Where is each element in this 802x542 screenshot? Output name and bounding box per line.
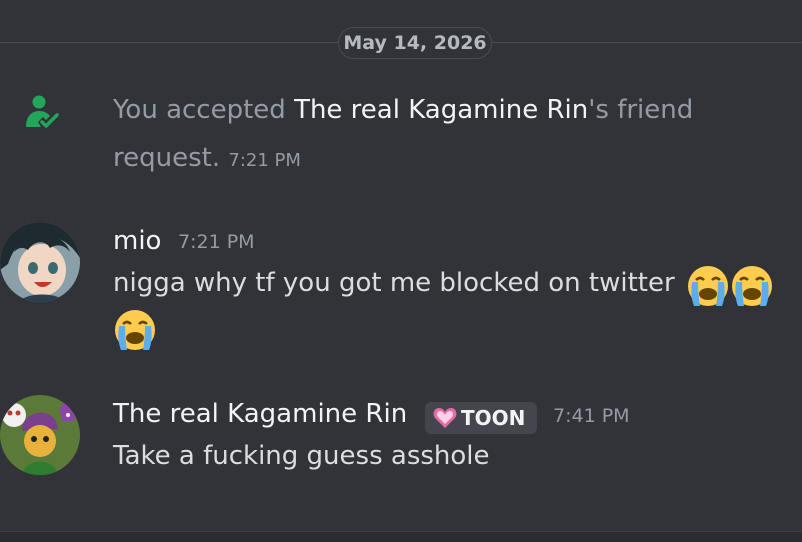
system-message: You accepted The real Kagamine Rin's fri…: [113, 86, 753, 185]
avatar[interactable]: [0, 395, 80, 475]
system-message-username[interactable]: The real Kagamine Rin: [294, 95, 588, 125]
bottom-bar: [0, 531, 802, 542]
loudly-crying-face-emoji: [688, 266, 728, 306]
message-author[interactable]: mio: [113, 226, 161, 256]
server-tag-label: TOON: [461, 406, 526, 430]
avatar[interactable]: [0, 222, 80, 302]
message-timestamp: 7:41 PM: [553, 405, 630, 427]
loudly-crying-face-emoji: [732, 266, 772, 306]
date-divider: May 14, 2026: [338, 27, 492, 59]
message-timestamp: 7:21 PM: [178, 231, 255, 253]
system-message-prefix: You accepted: [113, 95, 295, 125]
message-author[interactable]: The real Kagamine Rin: [113, 399, 407, 429]
server-tag[interactable]: TOON: [425, 402, 537, 434]
message-text: nigga why tf you got me blocked on twitt…: [113, 268, 675, 298]
pink-heart-icon: [433, 408, 457, 428]
loudly-crying-face-emoji: [115, 310, 155, 350]
system-message-time: 7:21 PM: [228, 150, 301, 171]
message-text: Take a fucking guess asshole: [113, 441, 490, 471]
friend-accepted-icon: [26, 95, 59, 128]
